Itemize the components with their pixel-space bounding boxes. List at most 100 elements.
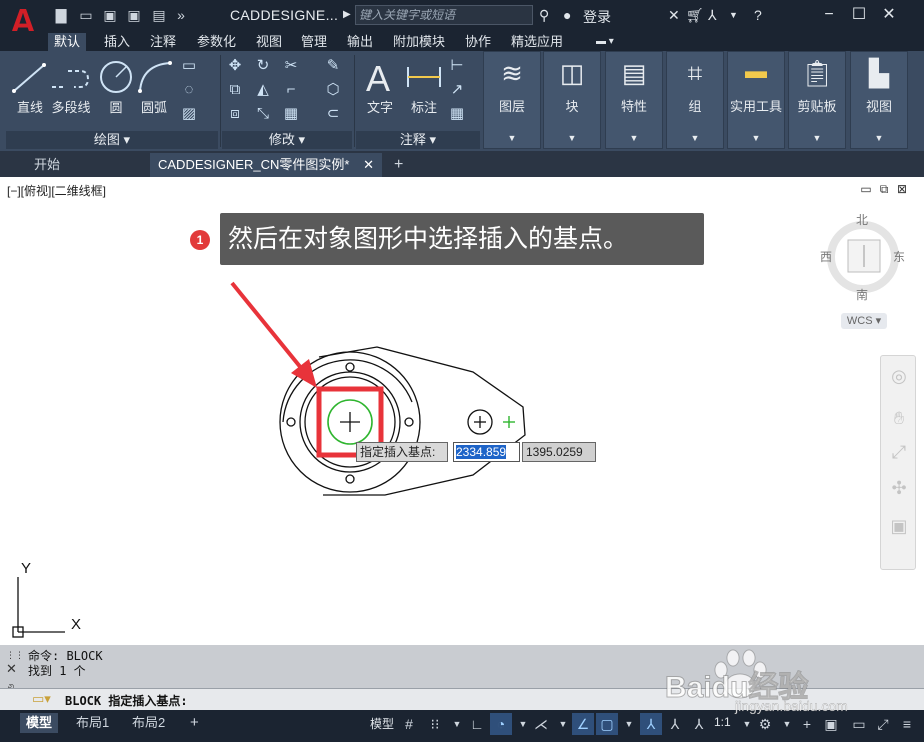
cart-icon[interactable]: 🛒︎ <box>686 5 704 25</box>
user-icon[interactable]: ● <box>563 5 571 25</box>
rotate-icon[interactable]: ↻ <box>252 55 274 77</box>
ortho-icon[interactable]: ∟ <box>466 713 488 735</box>
customize-menu-icon[interactable]: ≡ <box>896 713 918 735</box>
annotation-visibility-icon[interactable]: ⅄ <box>640 713 662 735</box>
tab-layout2[interactable]: 布局2 <box>126 713 171 733</box>
drawing-canvas[interactable]: [−][俯视][二维线框] ▭ ⧉ ⊠ 1 然后在对象图形中选择插入的基点。 北… <box>3 177 921 645</box>
hatch-icon[interactable]: ▨ <box>178 103 200 125</box>
dimension-tool[interactable]: 标注 <box>400 55 448 127</box>
grid-icon[interactable]: # <box>398 713 420 735</box>
minimize-icon[interactable]: − <box>818 4 840 26</box>
command-prompt-icon[interactable]: ▭▾ <box>32 691 51 707</box>
object-snap-tracking-icon[interactable]: ∠ <box>572 713 594 735</box>
utilities-panel[interactable]: ▬ 实用工具 ▼ <box>727 51 785 149</box>
object-snap-icon[interactable]: ▢ <box>596 713 618 735</box>
layers-panel[interactable]: ≋ 图层 ▼ <box>483 51 541 149</box>
x-coordinate-input[interactable]: 2334.859 <box>453 442 520 462</box>
rectangle-icon[interactable]: ▭ <box>178 55 200 77</box>
y-coordinate-input[interactable]: 1395.0259 <box>522 442 596 462</box>
move-icon[interactable]: ✥ <box>224 55 246 77</box>
tab-start[interactable]: 开始 <box>26 153 68 177</box>
bolt-hole[interactable] <box>404 417 414 427</box>
help-icon[interactable]: ? <box>754 5 762 25</box>
close-icon[interactable]: ✕ <box>878 4 900 26</box>
add-layout-plus-icon[interactable]: + <box>184 713 205 733</box>
maximize-icon[interactable]: ☐ <box>848 4 870 26</box>
ellipse-icon[interactable]: ◌ <box>178 79 200 101</box>
offset-icon[interactable]: ⊂ <box>322 103 344 125</box>
new-tab-plus-icon[interactable]: + <box>386 153 411 177</box>
draw-panel-title[interactable]: 绘图 ▾ <box>6 131 218 149</box>
tab-featured-apps[interactable]: 精选应用 <box>505 33 569 51</box>
chevron-right-icon[interactable]: ▶ <box>343 5 351 25</box>
cad-drawing[interactable] <box>3 177 921 645</box>
bolt-hole[interactable] <box>345 362 355 372</box>
fullscreen-icon[interactable]: ⤢ <box>872 713 894 735</box>
tab-layout1[interactable]: 布局1 <box>70 713 115 733</box>
exchange-icon[interactable]: ✕ <box>668 5 680 25</box>
annotation-panel-title[interactable]: 注释 ▾ <box>356 131 480 149</box>
tab-view[interactable]: 视图 <box>250 33 288 51</box>
save-as-icon[interactable]: ▣ <box>125 6 143 24</box>
tab-insert[interactable]: 插入 <box>98 33 136 51</box>
text-tool[interactable]: A 文字 <box>356 55 404 127</box>
tab-addins[interactable]: 附加模块 <box>387 33 451 51</box>
close-tab-icon[interactable]: ✕ <box>363 153 374 177</box>
stretch-icon[interactable]: ⧈ <box>224 103 246 125</box>
tab-collaborate[interactable]: 协作 <box>459 33 497 51</box>
arc-tool[interactable]: 圆弧 <box>130 55 178 127</box>
clipboard-panel[interactable]: 📋︎ 剪贴板 ▼ <box>788 51 846 149</box>
search-icon[interactable]: ⚲ <box>539 5 549 25</box>
chevron-down-icon: ▼ <box>567 133 577 143</box>
tab-annotate[interactable]: 注释 <box>144 33 182 51</box>
explode-icon[interactable]: ⬡ <box>322 79 344 101</box>
copy-icon[interactable]: ⧉ <box>224 79 246 101</box>
erase-icon[interactable]: ✎ <box>322 55 344 77</box>
isodraft-icon[interactable]: ⋌ <box>530 713 552 735</box>
more-tools-icon[interactable]: » <box>172 6 190 24</box>
trim-icon[interactable]: ✂ <box>280 55 302 77</box>
tab-drawing[interactable]: CADDESIGNER_CN零件图实例* ✕ <box>150 153 382 177</box>
login-link[interactable]: 登录 <box>583 7 611 27</box>
polar-tracking-icon[interactable]: ◔ <box>490 713 512 735</box>
tab-parametric[interactable]: 参数化 <box>191 33 242 51</box>
plot-icon[interactable]: ▤ <box>150 6 168 24</box>
chevron-down-icon[interactable]: ▼ <box>446 713 468 735</box>
search-input[interactable]: 键入关键字或短语 <box>355 5 533 25</box>
tab-output[interactable]: 输出 <box>341 33 379 51</box>
close-command-icon[interactable]: ✕ <box>6 661 17 677</box>
chevron-down-icon[interactable]: ▼ <box>552 713 574 735</box>
ucs-y-label: Y <box>21 560 32 577</box>
new-file-icon[interactable]: ▇ <box>52 6 70 24</box>
chevron-down-icon[interactable]: ▼ <box>618 713 640 735</box>
scale-icon[interactable]: ⤡ <box>252 103 274 125</box>
tab-manage[interactable]: 管理 <box>295 33 333 51</box>
groups-panel[interactable]: ⌗ 组 ▼ <box>666 51 724 149</box>
view-panel[interactable]: ▙ 视图 ▼ <box>850 51 908 149</box>
tab-model[interactable]: 模型 <box>20 713 59 733</box>
ribbon-toggle-icon[interactable]: ▬ ▾ <box>590 33 620 51</box>
fillet-icon[interactable]: ⌐ <box>280 79 302 101</box>
modify-panel-title[interactable]: 修改 ▾ <box>222 131 352 149</box>
save-icon[interactable]: ▣ <box>101 6 119 24</box>
tab-default[interactable]: 默认 <box>48 33 87 51</box>
polyline-tool[interactable]: 多段线 <box>46 55 96 127</box>
snap-icon[interactable]: ⁝⁝ <box>424 713 446 735</box>
chevron-down-icon[interactable]: ▼ <box>729 5 738 25</box>
grip-icon[interactable]: ⋮⋮ <box>6 651 24 660</box>
table-icon[interactable]: ▦ <box>446 103 468 125</box>
bolt-hole[interactable] <box>286 417 296 427</box>
linear-dim-icon[interactable]: ⊢ <box>446 55 468 77</box>
baidu-watermark: Baidu经验 jingyan.baidu.com <box>664 640 875 740</box>
auto-scale-icon[interactable]: ⅄ <box>664 713 686 735</box>
mirror-icon[interactable]: ◭ <box>252 79 274 101</box>
model-space-label[interactable]: 模型 <box>370 715 394 732</box>
leader-icon[interactable]: ↗ <box>446 79 468 101</box>
bolt-hole[interactable] <box>345 474 355 484</box>
array-icon[interactable]: ▦ <box>280 103 302 125</box>
divider <box>354 55 355 147</box>
properties-panel[interactable]: ▤ 特性 ▼ <box>605 51 663 149</box>
open-folder-icon[interactable]: ▭ <box>77 6 95 24</box>
autodesk-a360-icon[interactable]: ⅄ <box>708 5 717 25</box>
block-panel[interactable]: ◫ 块 ▼ <box>543 51 601 149</box>
